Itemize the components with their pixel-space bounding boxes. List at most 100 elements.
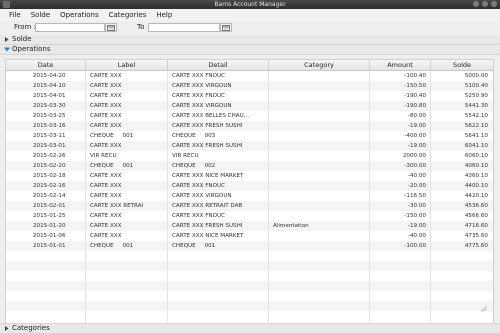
cell-label: CARTE XXX RETRAI <box>86 201 168 211</box>
cell-label <box>86 261 168 271</box>
cell-label <box>86 291 168 301</box>
minimize-icon[interactable] <box>473 1 479 7</box>
column-header-date[interactable]: Date <box>6 60 86 70</box>
cell-date <box>6 261 86 271</box>
cell-amount: -400.00 <box>370 131 431 141</box>
cell-date: 2015-04-20 <box>6 71 86 81</box>
cell-detail: CARTE XXX FNOUC <box>168 181 269 191</box>
cell-date: 2015-02-20 <box>6 161 86 171</box>
column-header-solde[interactable]: Solde <box>431 60 493 70</box>
empty-table-row <box>6 271 493 281</box>
cell-date <box>6 311 86 321</box>
column-header-amount[interactable]: Amount <box>370 60 431 70</box>
table-row[interactable]: 2015-01-20 CARTE XXX CARTE XXX FRESH SUSHI… <box>6 221 493 231</box>
resize-grip-icon[interactable] <box>480 305 487 312</box>
cell-solde: 4735.60 <box>464 233 488 239</box>
cell-label: CARTE XXX <box>86 71 168 81</box>
cell-solde: 5100.40 <box>464 83 488 89</box>
cell-solde: 5000.00 <box>464 73 488 79</box>
cell-amount: -190.80 <box>370 101 431 111</box>
cell-solde: 5622.10 <box>464 123 488 129</box>
cell-detail: CARTE XXX NICE MARKET <box>168 171 269 181</box>
cell-detail <box>168 281 269 291</box>
close-icon[interactable] <box>491 1 497 7</box>
to-date-input[interactable] <box>148 23 220 32</box>
column-header-detail[interactable]: Detail <box>168 60 269 70</box>
cell-date <box>6 291 86 301</box>
cell-solde <box>431 291 493 301</box>
cell-date: 2015-02-26 <box>6 151 86 161</box>
cell-amount: -19.00 <box>370 141 431 151</box>
cell-detail <box>168 301 269 311</box>
cell-category <box>269 171 370 181</box>
table-row[interactable]: 2015-01-01 CHEQUE 001 CHEQUE 001 -100.00 477… <box>6 241 493 251</box>
menu-operations[interactable]: Operations <box>55 9 103 21</box>
empty-table-row <box>6 311 493 321</box>
column-header-label[interactable]: Label <box>86 60 168 70</box>
column-header-category[interactable]: Category <box>269 60 370 70</box>
cell-date <box>6 281 86 291</box>
cell-label: CHEQUE 001 <box>86 241 168 251</box>
table-row[interactable]: 2015-03-30 CARTE XXX CARTE XXX VIRGOUN -190… <box>6 101 493 111</box>
cell-solde: 5641.10 <box>464 133 488 139</box>
menu-categories[interactable]: Categories <box>104 9 152 21</box>
cell-label: CARTE XXX <box>86 221 168 231</box>
menu-solde[interactable]: Solde <box>26 9 55 21</box>
table-row[interactable]: 2015-04-10 CARTE XXX CARTE XXX VIRGOUN -150… <box>6 81 493 91</box>
from-calendar-button[interactable] <box>105 23 117 32</box>
empty-table-row <box>6 261 493 271</box>
maximize-icon[interactable] <box>482 1 488 7</box>
table-row[interactable]: 2015-01-25 CARTE XXX CARTE XXX FNOUC -150.0… <box>6 211 493 221</box>
menu-help[interactable]: Help <box>151 9 177 21</box>
app-icon <box>3 1 10 8</box>
cell-amount <box>370 311 431 321</box>
to-label: To <box>137 23 145 31</box>
cell-label <box>86 311 168 321</box>
menu-file[interactable]: File <box>0 9 26 21</box>
table-row[interactable]: 2015-02-20 CHEQUE 001 CHEQUE 002 -300.00 406… <box>6 161 493 171</box>
cell-amount: -20.00 <box>370 181 431 191</box>
cell-label: CARTE XXX <box>86 171 168 181</box>
table-row[interactable]: 2015-01-06 CARTE XXX CARTE XXX NICE MARKET… <box>6 231 493 241</box>
cell-solde: 4775.60 <box>464 243 488 249</box>
table-row[interactable]: 2015-04-20 CARTE XXX CARTE XXX FNOUC -100.4… <box>6 71 493 81</box>
cell-category <box>269 151 370 161</box>
table-row[interactable]: 2015-04-01 CARTE XXX CARTE XXX FNOUC -190.4… <box>6 91 493 101</box>
date-filter-bar: From : To <box>0 21 500 34</box>
to-calendar-button[interactable] <box>220 23 232 32</box>
table-row[interactable]: 2015-02-01 CARTE XXX RETRAI CARTE XXX RETR… <box>6 201 493 211</box>
table-row[interactable]: 2015-02-26 VIR RECU VIR RECU 2000.00 6060.10 <box>6 151 493 161</box>
cell-category <box>269 111 370 121</box>
cell-category <box>269 101 370 111</box>
cell-date: 2015-03-25 <box>6 111 86 121</box>
window-titlebar[interactable]: Bams Account Manager <box>0 0 500 9</box>
table-row[interactable]: 2015-02-14 CARTE XXX CARTE XXX VIRGOUN -116… <box>6 191 493 201</box>
section-operations[interactable]: Operations <box>0 45 500 55</box>
cell-date: 2015-02-14 <box>6 191 86 201</box>
section-categories[interactable]: Categories <box>0 323 500 334</box>
from-date-input[interactable] <box>35 23 105 32</box>
cell-solde <box>431 251 493 261</box>
cell-category <box>269 301 370 311</box>
cell-solde: 4716.60 <box>464 223 488 229</box>
cell-label <box>86 281 168 291</box>
cell-amount: -300.00 <box>370 161 431 171</box>
table-row[interactable]: 2015-03-25 CARTE XXX CARTE XXX BELLES CHAU… <box>6 111 493 121</box>
cell-amount: -40.00 <box>370 171 431 181</box>
table-row[interactable]: 2015-02-18 CARTE XXX CARTE XXX NICE MARKET… <box>6 171 493 181</box>
section-solde[interactable]: Solde <box>0 35 500 45</box>
table-row[interactable]: 2015-03-11 CHEQUE 001 CHEQUE 003 -400.00 564… <box>6 131 493 141</box>
cell-solde <box>431 271 493 281</box>
table-row[interactable]: 2015-02-16 CARTE XXX CARTE XXX FNOUC -20.00… <box>6 181 493 191</box>
cell-date: 2015-02-18 <box>6 171 86 181</box>
table-row[interactable]: 2015-03-01 CARTE XXX CARTE XXX FRESH SUSHI… <box>6 141 493 151</box>
cell-amount: -100.00 <box>370 241 431 251</box>
table-row[interactable]: 2015-03-16 CARTE XXX CARTE XXX FRESH SUSHI… <box>6 121 493 131</box>
cell-label: CARTE XXX <box>86 191 168 201</box>
cell-category <box>269 131 370 141</box>
cell-detail <box>168 271 269 281</box>
section-operations-label: Operations <box>12 45 51 53</box>
cell-category <box>269 271 370 281</box>
cell-detail: CHEQUE 002 <box>168 161 269 171</box>
cell-solde: 6060.10 <box>464 153 488 159</box>
